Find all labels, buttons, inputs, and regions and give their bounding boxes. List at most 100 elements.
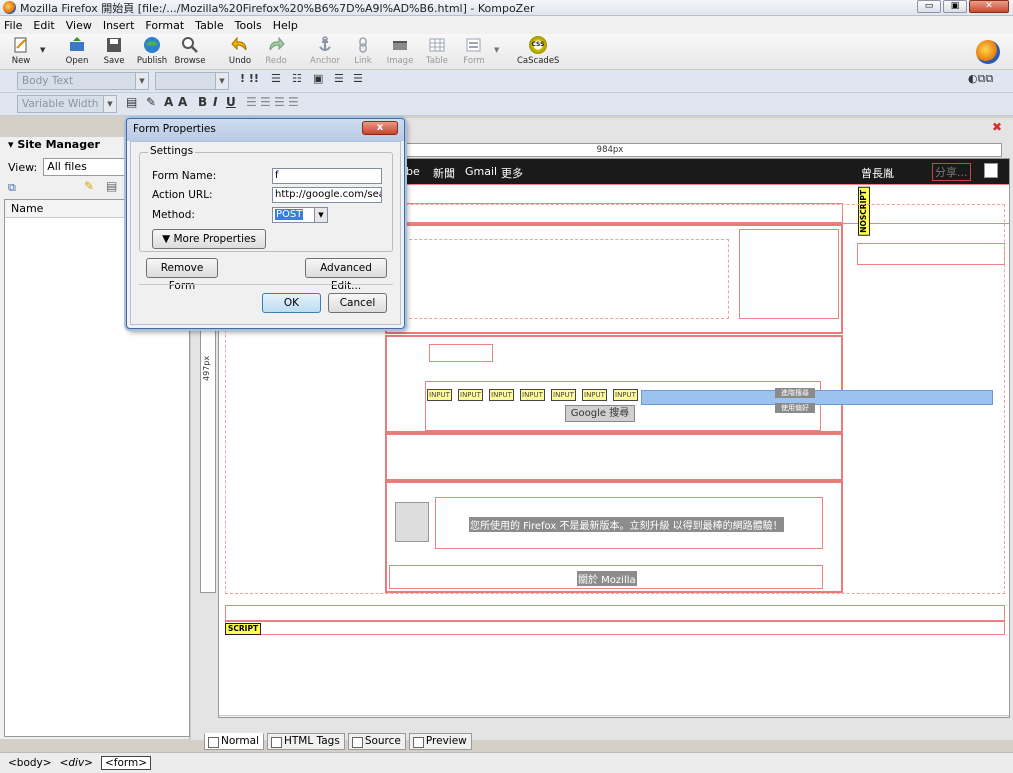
browse-button[interactable]: Browse bbox=[171, 36, 209, 66]
advanced-edit-button[interactable]: Advanced Edit... bbox=[305, 258, 387, 292]
menu-help[interactable]: Help bbox=[273, 19, 298, 32]
search-query-input[interactable] bbox=[641, 390, 993, 405]
gbar-settings-icon[interactable] bbox=[984, 163, 998, 178]
dialog-close-button[interactable]: x bbox=[362, 121, 398, 135]
smaller-font-icon[interactable]: A bbox=[164, 95, 173, 109]
paragraph-style-select[interactable]: Body Text ▼ bbox=[17, 72, 149, 90]
indent-icon[interactable]: ☰ bbox=[353, 72, 363, 85]
form-button[interactable]: Form bbox=[455, 36, 493, 66]
advanced-search-link[interactable]: 進階搜尋 bbox=[775, 388, 815, 398]
new-button[interactable]: New bbox=[2, 36, 40, 66]
gbar-user[interactable]: 曾長胤 bbox=[861, 165, 894, 181]
close-window-button[interactable]: ✕ bbox=[969, 0, 1009, 13]
menu-format[interactable]: Format bbox=[145, 19, 184, 32]
minimize-button[interactable]: ▭ bbox=[917, 0, 941, 13]
width-style-select[interactable]: Variable Width ▼ bbox=[17, 95, 117, 113]
redo-button[interactable]: Redo bbox=[257, 36, 295, 66]
more-properties-button[interactable]: ▼ More Properties bbox=[152, 229, 266, 249]
menu-tools[interactable]: Tools bbox=[235, 19, 262, 32]
input-tag-5[interactable]: INPUT bbox=[551, 389, 576, 401]
menu-view[interactable]: View bbox=[66, 19, 92, 32]
undo-icon bbox=[231, 36, 247, 51]
about-mozilla-link[interactable]: 關於 Mozilla bbox=[577, 571, 637, 586]
font-select[interactable]: ▼ bbox=[155, 72, 229, 90]
tag-div[interactable]: <div> bbox=[60, 757, 93, 769]
site-list-icon[interactable]: ⧉ bbox=[8, 181, 16, 195]
menu-bar: File Edit View Insert Format Table Tools… bbox=[0, 16, 1013, 34]
horizontal-scrollbar[interactable] bbox=[219, 715, 1009, 717]
bullet-list-icon[interactable]: ☷ bbox=[292, 72, 302, 85]
bold-button[interactable]: B bbox=[198, 95, 207, 109]
input-tag-3[interactable]: INPUT bbox=[489, 389, 514, 401]
cancel-button[interactable]: Cancel bbox=[328, 293, 387, 313]
form-dropdown-arrow-icon[interactable]: ▼ bbox=[494, 46, 499, 54]
new-dropdown-arrow-icon[interactable]: ▼ bbox=[40, 46, 45, 54]
input-tag-2[interactable]: INPUT bbox=[458, 389, 483, 401]
text-color-icon[interactable]: ▤ bbox=[126, 95, 137, 109]
refresh-site-icon[interactable]: ▤ bbox=[106, 179, 117, 193]
tab-preview[interactable]: Preview bbox=[408, 733, 472, 750]
align-center-icon[interactable]: ☰ bbox=[260, 95, 271, 109]
save-button[interactable]: Save bbox=[95, 36, 133, 66]
align-justify-icon[interactable]: ☰ bbox=[288, 95, 299, 109]
input-tag-4[interactable]: INPUT bbox=[520, 389, 545, 401]
action-url-label: Action URL: bbox=[152, 189, 213, 201]
collapse-icon[interactable]: ▾ bbox=[8, 138, 17, 151]
search-top-cell bbox=[429, 344, 493, 362]
maximize-button[interactable]: ▣ bbox=[943, 0, 967, 13]
cascades-button[interactable]: CSS CaScadeS bbox=[517, 36, 559, 66]
composition-toolbar: New Open Save Publish Browse Undo Redo A… bbox=[0, 34, 1013, 70]
close-tab-icon[interactable]: ✖ bbox=[992, 120, 1002, 134]
action-url-input[interactable]: http://google.com/sear bbox=[272, 187, 382, 203]
script-tag[interactable]: SCRIPT bbox=[225, 623, 262, 635]
form-name-input[interactable]: f bbox=[272, 168, 382, 184]
edit-site-icon[interactable]: ✎ bbox=[84, 179, 94, 193]
menu-table[interactable]: Table bbox=[195, 19, 223, 32]
gbar-link-more[interactable]: 更多 bbox=[501, 165, 523, 181]
image-list-icon[interactable]: ▣ bbox=[313, 72, 323, 85]
table-button[interactable]: Table bbox=[418, 36, 456, 66]
outdent-icon[interactable]: ☰ bbox=[334, 72, 344, 85]
align-left-icon[interactable]: ☰ bbox=[246, 95, 257, 109]
menu-insert[interactable]: Insert bbox=[103, 19, 135, 32]
menu-edit[interactable]: Edit bbox=[33, 19, 54, 32]
tab-source[interactable]: Source bbox=[347, 733, 406, 750]
larger-font-icon[interactable]: A bbox=[178, 95, 187, 109]
gbar-link-gmail[interactable]: Gmail bbox=[465, 165, 497, 178]
tag-body[interactable]: <body> bbox=[8, 757, 52, 769]
settings-legend: Settings bbox=[148, 145, 196, 157]
anchor-button[interactable]: Anchor bbox=[306, 36, 344, 66]
method-select[interactable]: POST ▼ bbox=[272, 207, 328, 223]
gbar-link-news[interactable]: 新聞 bbox=[433, 165, 455, 181]
kompozer-logo-icon bbox=[976, 40, 1000, 64]
underline-button[interactable]: U bbox=[226, 95, 236, 109]
link-button[interactable]: Link bbox=[344, 36, 382, 66]
save-icon bbox=[107, 38, 121, 52]
numbered-list-icon[interactable]: ☰ bbox=[271, 72, 281, 85]
open-button[interactable]: Open bbox=[58, 36, 96, 66]
gbar-share[interactable]: 分享... bbox=[932, 163, 971, 181]
script-box-2 bbox=[225, 621, 1005, 635]
publish-button[interactable]: Publish bbox=[133, 36, 171, 66]
menu-file[interactable]: File bbox=[4, 19, 22, 32]
image-button[interactable]: Image bbox=[381, 36, 419, 66]
list-marks[interactable]: ! !! bbox=[240, 72, 259, 85]
ok-button[interactable]: OK bbox=[262, 293, 321, 313]
input-tag-6[interactable]: INPUT bbox=[582, 389, 607, 401]
preferences-link[interactable]: 使用偏好 bbox=[775, 403, 815, 413]
upgrade-notice[interactable]: 您所使用的 Firefox 不是最新版本。立刻升級 以得到最棒的網路體驗！ bbox=[469, 517, 784, 532]
italic-button[interactable]: I bbox=[213, 95, 217, 109]
tag-form[interactable]: <form> bbox=[100, 756, 152, 770]
highlight-icon[interactable]: ✎ bbox=[146, 95, 156, 109]
google-search-button[interactable]: Google 搜尋 bbox=[565, 405, 635, 422]
remove-form-button[interactable]: Remove Form bbox=[146, 258, 218, 292]
method-value: POST bbox=[275, 209, 304, 220]
align-right-icon[interactable]: ☰ bbox=[274, 95, 285, 109]
tab-html-tags[interactable]: HTML Tags bbox=[267, 733, 345, 750]
css-tools-icon[interactable]: ◐⧉⧉ bbox=[968, 72, 993, 86]
undo-button[interactable]: Undo bbox=[221, 36, 259, 66]
input-tag-1[interactable]: INPUT bbox=[427, 389, 452, 401]
image-icon bbox=[393, 41, 407, 50]
input-tag-7[interactable]: INPUT bbox=[613, 389, 638, 401]
tab-normal[interactable]: Normal bbox=[204, 733, 264, 750]
